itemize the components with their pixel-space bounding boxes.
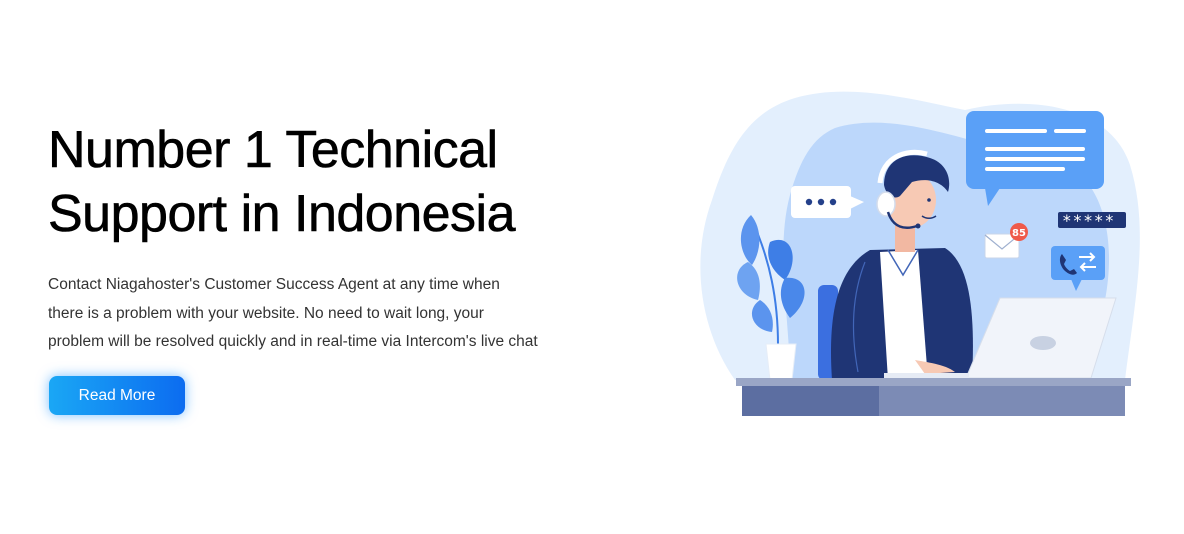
hero-text: Number 1 Technical Support in Indonesia … bbox=[48, 118, 608, 357]
description-line-2: there is a problem with your website. No… bbox=[48, 304, 484, 322]
title-line-1: Number 1 Technical bbox=[48, 121, 499, 180]
password-mask-text: ***** bbox=[1062, 211, 1115, 230]
desk-icon bbox=[736, 378, 1131, 416]
description-line-1: Contact Niagahoster's Customer Success A… bbox=[48, 276, 500, 293]
page-title: Number 1 Technical Support in Indonesia bbox=[48, 118, 608, 246]
read-more-button[interactable]: Read More bbox=[49, 376, 185, 415]
password-field-icon: ***** bbox=[1058, 211, 1126, 230]
title-line-2: Support in Indonesia bbox=[48, 185, 516, 244]
description-line-3: problem will be resolved quickly and in … bbox=[48, 333, 538, 350]
hero-description: Contact Niagahoster's Customer Success A… bbox=[48, 271, 608, 357]
notification-count: 85 bbox=[1012, 228, 1026, 239]
support-agent-illustration: ***** 85 bbox=[700, 91, 1140, 416]
